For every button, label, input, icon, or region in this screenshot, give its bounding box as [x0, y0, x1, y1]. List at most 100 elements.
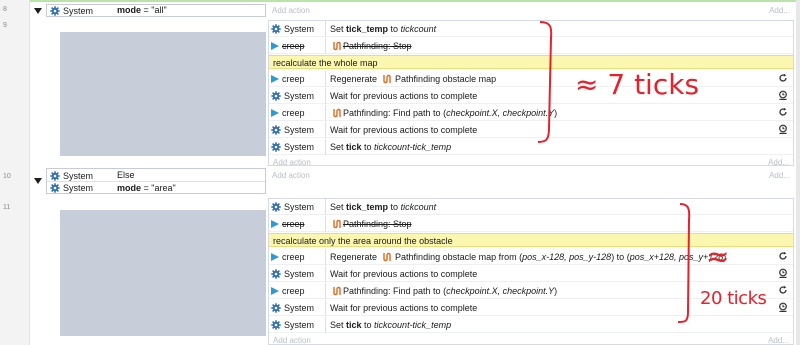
condition-object: System [63, 183, 94, 193]
refresh-icon [778, 73, 788, 83]
system-gear-icon [271, 202, 281, 212]
system-gear-icon [271, 125, 281, 135]
action-object: creep [271, 249, 305, 265]
add-action-link[interactable]: Add action [273, 157, 311, 168]
clock-icon [778, 302, 788, 312]
action-object: System [271, 88, 314, 104]
clock-icon [778, 90, 788, 100]
condition-text: mode = "all" [117, 5, 167, 15]
scrollbar-track[interactable] [796, 0, 800, 345]
creep-sprite-icon [271, 220, 279, 228]
clock-icon [778, 268, 788, 278]
action-text: Set tick to tickcount-tick_temp [325, 139, 451, 155]
event-9-actions[interactable]: System Set tick_temp to tickcount creep Pat… [268, 20, 794, 168]
annotation-bracket-top [537, 21, 553, 143]
event-10-conditions[interactable]: System Else System mode = "area" [46, 168, 266, 194]
action-row[interactable]: System Set tick_temp to tickcount [269, 21, 793, 37]
system-gear-icon [271, 142, 281, 152]
condition-object: System [63, 170, 94, 181]
add-action-link[interactable]: Add action [273, 335, 311, 345]
action-text: Set tick to tickcount-tick_temp [325, 317, 451, 333]
action-object: System [271, 300, 314, 316]
action-text: Regenerate Pathfinding obstacle map [325, 71, 496, 87]
action-row[interactable]: System Wait for previous actions to compl… [269, 122, 793, 138]
add-link[interactable]: Add... [768, 335, 789, 345]
action-text: Pathfinding: Stop [325, 38, 412, 54]
action-object: System [271, 21, 314, 37]
annotation-top-text: ≈ 7 ticks [575, 68, 700, 101]
action-object: creep [271, 71, 305, 87]
refresh-icon [778, 107, 788, 117]
line-number: 10 [3, 173, 11, 180]
condition-text: Else [117, 170, 135, 180]
collapse-toggle-icon[interactable] [34, 8, 42, 14]
creep-sprite-icon [271, 75, 279, 83]
add-action-row[interactable]: Add action Add... [269, 157, 793, 168]
action-text: Wait for previous actions to complete [325, 122, 477, 138]
annotation-bottom-symbol: ≈ [706, 240, 730, 273]
action-object: creep [271, 38, 305, 54]
condition-row[interactable]: System mode = "area" [47, 182, 265, 194]
event-11-conditions-empty[interactable] [60, 210, 266, 336]
action-object: creep [271, 105, 305, 121]
action-object: System [271, 266, 314, 282]
condition-row[interactable]: System Else [47, 169, 265, 182]
line-number: 8 [3, 6, 7, 13]
action-row[interactable]: System Wait for previous actions to compl… [269, 88, 793, 104]
action-text: Wait for previous actions to complete [325, 266, 477, 282]
action-object: System [271, 122, 314, 138]
action-text: Pathfinding: Find path to (checkpoint.X,… [325, 105, 557, 121]
add-action-link[interactable]: Add action [272, 5, 310, 16]
line-number: 11 [3, 204, 11, 211]
action-text: Pathfinding: Find path to (checkpoint.X,… [325, 283, 557, 299]
action-text: Regenerate Pathfinding obstacle map from… [325, 249, 726, 265]
system-gear-icon [271, 320, 281, 330]
action-row[interactable]: creep Pathfinding: Stop [269, 216, 793, 232]
system-gear-icon [271, 303, 281, 313]
condition-text: mode = "area" [117, 183, 176, 193]
system-gear-icon [271, 269, 281, 279]
event-sheet-top-border [30, 0, 800, 2]
action-object: System [271, 139, 314, 155]
system-gear-icon [271, 91, 281, 101]
system-gear-icon [50, 5, 60, 16]
refresh-icon [778, 251, 788, 261]
add-action-row[interactable]: Add action Add... [269, 335, 793, 345]
add-action-row[interactable]: Add action Add... [268, 5, 794, 16]
event-8-conditions[interactable]: System mode = "all" [46, 4, 266, 17]
add-link[interactable]: Add... [769, 170, 790, 181]
action-row[interactable]: System Set tick_temp to tickcount [269, 199, 793, 215]
action-row[interactable]: System Set tick to tickcount-tick_temp [269, 317, 793, 333]
collapse-toggle-icon[interactable] [34, 178, 42, 184]
add-link[interactable]: Add... [768, 157, 789, 168]
add-link[interactable]: Add... [769, 5, 790, 16]
add-action-row[interactable]: Add action Add... [268, 170, 794, 181]
refresh-icon [778, 285, 788, 295]
system-gear-icon [271, 24, 281, 34]
line-number: 9 [3, 22, 7, 29]
annotation-bottom-text: 20 ticks [700, 288, 767, 309]
action-object: creep [271, 216, 305, 232]
condition-row[interactable]: System mode = "all" [47, 5, 265, 16]
action-text: Pathfinding: Stop [325, 216, 412, 232]
creep-sprite-icon [271, 42, 279, 50]
action-text: Wait for previous actions to complete [325, 88, 477, 104]
action-object: System [271, 199, 314, 215]
action-row[interactable]: creep Pathfinding: Stop [269, 38, 793, 54]
action-row[interactable]: System Set tick to tickcount-tick_temp [269, 139, 793, 155]
comment-row[interactable]: recalculate the whole map [269, 55, 793, 69]
action-row[interactable]: creep Regenerate Pathfinding obstacle map [269, 71, 793, 87]
clock-icon [778, 124, 788, 134]
annotation-bracket-bottom [677, 203, 691, 323]
creep-sprite-icon [271, 109, 279, 117]
action-object: creep [271, 283, 305, 299]
action-row[interactable]: creep Pathfinding: Find path to (checkpoi… [269, 105, 793, 121]
creep-sprite-icon [271, 287, 279, 295]
condition-object: System [63, 5, 94, 16]
add-action-link[interactable]: Add action [272, 170, 310, 181]
action-text: Wait for previous actions to complete [325, 300, 477, 316]
creep-sprite-icon [271, 253, 279, 261]
action-text: Set tick_temp to tickcount [325, 21, 436, 37]
system-gear-icon [50, 183, 60, 193]
event-9-conditions-empty[interactable] [60, 32, 266, 156]
